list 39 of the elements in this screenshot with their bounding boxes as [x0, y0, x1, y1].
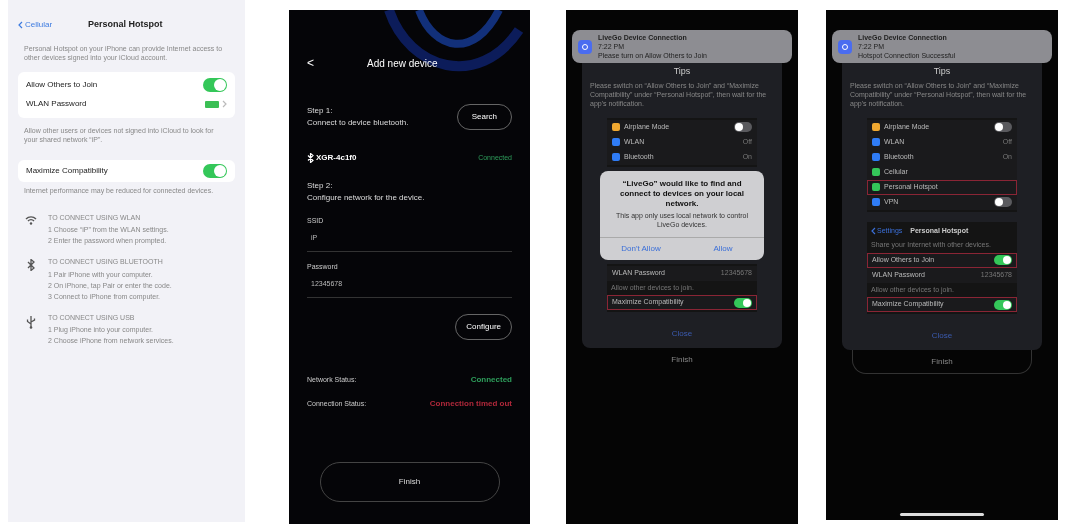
redaction-mark	[205, 100, 219, 108]
status-value: Connection timed out	[429, 398, 512, 410]
back-chevron-icon	[871, 226, 876, 235]
app-icon	[578, 39, 592, 54]
wifi-icon	[25, 214, 37, 225]
toggle-switch[interactable]	[994, 122, 1012, 132]
finish-button[interactable]: Finish	[852, 350, 1032, 374]
toggle-switch[interactable]	[203, 163, 227, 178]
chevron-icon	[222, 100, 227, 108]
alert-title: “LiveGo” would like to find and connect to devices on your local network.	[619, 178, 745, 209]
bluetooth-icon	[307, 153, 314, 163]
alert-button[interactable]: Don't Allow	[600, 237, 682, 260]
step-text: Configure network for the device.	[307, 192, 426, 204]
alert-button[interactable]: Allow	[682, 237, 764, 260]
screen-title: Add new device	[367, 56, 438, 71]
row-label: Maximize Compatibility	[26, 164, 108, 177]
toggle-switch[interactable]	[203, 78, 227, 92]
device-name: XGR-4c1f0	[316, 152, 357, 164]
status-value: Connected	[470, 374, 512, 386]
toggle-switch[interactable]	[994, 299, 1012, 310]
row-label: Allow Others to Join	[26, 79, 98, 91]
finish-button[interactable]: Finish	[592, 348, 772, 372]
usb-icon	[26, 314, 36, 329]
app-icon	[838, 39, 852, 54]
step-title: Step 2:	[307, 180, 334, 192]
step-text: Connect to device bluetooth.	[307, 117, 409, 129]
back-button[interactable]: <	[307, 54, 367, 72]
row-label: WLAN Password	[26, 98, 87, 110]
toggle-switch[interactable]	[734, 122, 752, 132]
screen-title: Personal Hotspot	[88, 18, 163, 31]
back-chevron-icon	[18, 20, 23, 29]
dialog-title: Tips	[933, 65, 951, 78]
toggle-switch[interactable]	[994, 255, 1012, 265]
back-link[interactable]: Cellular	[18, 18, 88, 31]
toggle-switch[interactable]	[994, 197, 1012, 207]
bluetooth-icon	[27, 259, 35, 271]
toggle-switch[interactable]	[734, 297, 752, 308]
dialog-title: Tips	[673, 65, 691, 78]
step-title: Step 1:	[307, 105, 334, 117]
